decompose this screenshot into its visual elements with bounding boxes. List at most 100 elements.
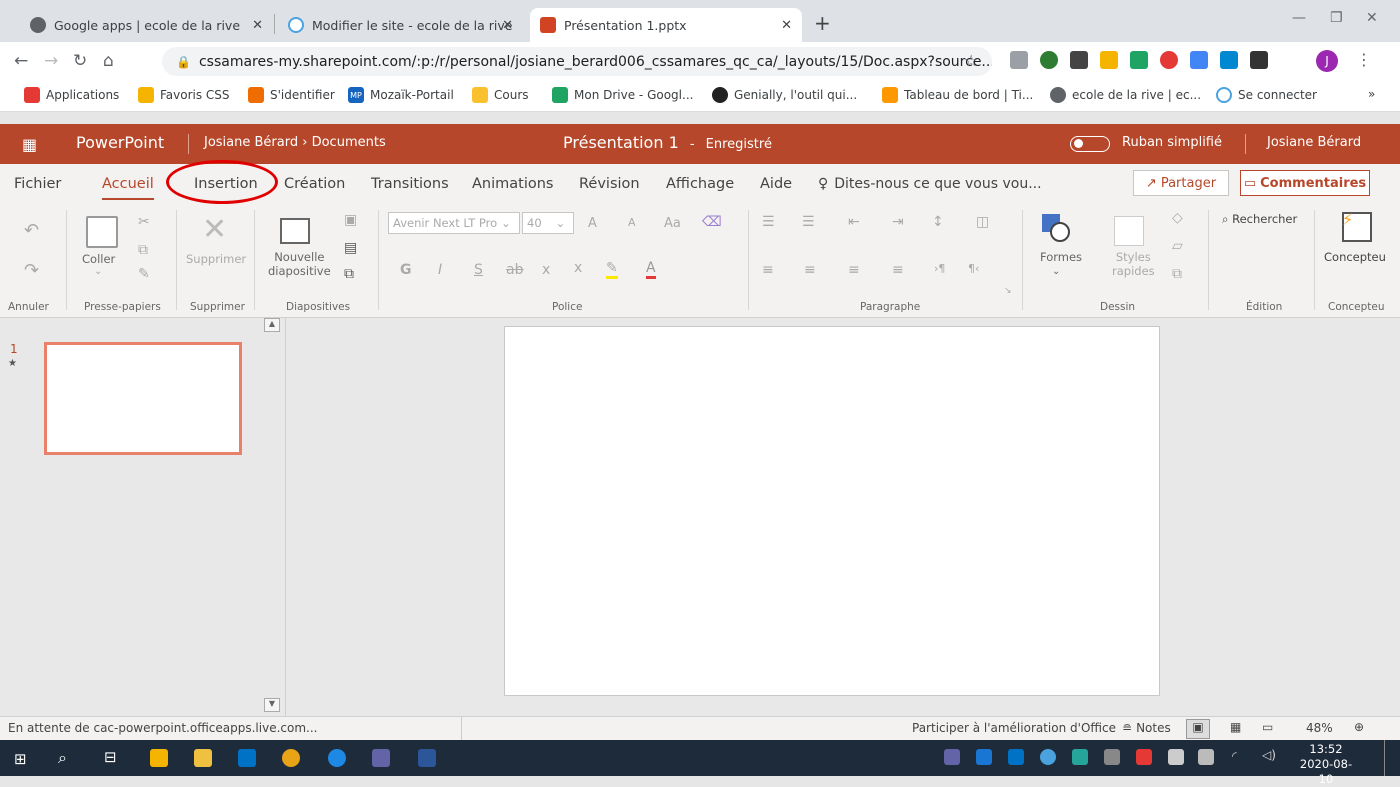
reset-slide-icon[interactable]: ▤ xyxy=(344,240,357,256)
bookmarks-overflow[interactable]: » xyxy=(1368,87,1375,101)
scroll-up-button[interactable]: ▲ xyxy=(264,318,280,332)
clock[interactable]: 13:52 2020-08-10 xyxy=(1296,742,1356,787)
numbering-icon[interactable]: ☰ xyxy=(802,214,815,230)
drive-icon[interactable] xyxy=(1130,51,1148,69)
increase-indent-icon[interactable]: ⇥ xyxy=(892,214,904,230)
volume-icon[interactable]: ◁) xyxy=(1262,748,1276,762)
forward-icon[interactable]: → xyxy=(44,51,58,71)
strikethrough-icon[interactable]: ab xyxy=(506,262,523,278)
url-input[interactable]: 🔒 cssamares-my.sharepoint.com/:p:/r/pers… xyxy=(162,47,992,76)
puzzle-icon[interactable] xyxy=(1250,51,1268,69)
app-launcher-icon[interactable]: ▦ xyxy=(22,135,37,154)
subscript-icon[interactable]: x xyxy=(542,262,550,278)
format-painter-icon[interactable]: ✎ xyxy=(138,266,150,282)
notes-button[interactable]: ≘ Notes xyxy=(1122,721,1171,735)
browser-tab-presentation[interactable]: Présentation 1.pptx ✕ xyxy=(530,8,802,42)
undo-icon[interactable]: ↶ xyxy=(24,220,39,241)
teams-icon[interactable] xyxy=(372,749,390,767)
cast-icon[interactable] xyxy=(1220,51,1238,69)
battery-icon[interactable] xyxy=(1198,749,1214,765)
arrange-icon[interactable]: ⧉ xyxy=(1172,266,1182,282)
scroll-down-button[interactable]: ▼ xyxy=(264,698,280,712)
wifi-icon[interactable]: ◜ xyxy=(1232,749,1237,763)
quick-styles-button[interactable]: Styles rapides xyxy=(1112,250,1155,278)
new-slide-icon[interactable] xyxy=(280,218,310,244)
sticky-notes-icon[interactable] xyxy=(150,749,168,767)
restore-icon[interactable]: ❐ xyxy=(1330,10,1343,26)
bookmark-se-connecter[interactable]: Se connecter xyxy=(1216,87,1317,103)
tab-fichier[interactable]: Fichier xyxy=(14,176,61,192)
cut-icon[interactable]: ✂ xyxy=(138,214,150,230)
tray-app-icon[interactable] xyxy=(1072,749,1088,765)
simplified-ribbon-toggle[interactable] xyxy=(1070,136,1110,152)
back-icon[interactable]: ← xyxy=(14,51,28,71)
share-button[interactable]: ↗ Partager xyxy=(1133,170,1229,196)
usb-icon[interactable] xyxy=(1168,749,1184,765)
minimize-icon[interactable]: — xyxy=(1292,10,1306,26)
outline-icon[interactable]: ▱ xyxy=(1172,238,1183,254)
quick-styles-icon[interactable] xyxy=(1114,216,1144,246)
search-icon[interactable]: ⌕ xyxy=(58,748,67,768)
paste-button[interactable]: Coller xyxy=(82,252,115,266)
slide-canvas[interactable] xyxy=(504,326,1160,696)
copy-icon[interactable]: ⧉ xyxy=(138,242,148,258)
bullets-icon[interactable]: ☰ xyxy=(762,214,775,230)
tab-aide[interactable]: Aide xyxy=(760,176,792,192)
chevron-down-icon[interactable]: ⌄ xyxy=(1052,266,1060,277)
close-icon[interactable]: ✕ xyxy=(502,18,513,33)
chevron-down-icon[interactable]: ⌄ xyxy=(94,266,102,277)
tab-transitions[interactable]: Transitions xyxy=(371,176,449,192)
italic-icon[interactable]: I xyxy=(438,262,442,278)
delete-button[interactable]: Supprimer xyxy=(186,252,246,266)
app-name[interactable]: PowerPoint xyxy=(76,133,164,152)
find-button[interactable]: ⌕ Rechercher xyxy=(1222,212,1297,226)
file-explorer-icon[interactable] xyxy=(194,749,212,767)
zoom-level[interactable]: 48% xyxy=(1306,721,1333,735)
grow-font-icon[interactable]: A xyxy=(588,216,597,231)
shapes-icon[interactable] xyxy=(1042,214,1070,242)
task-view-icon[interactable]: ⊟ xyxy=(104,748,117,766)
reload-icon[interactable]: ↻ xyxy=(73,51,87,71)
browser-tab-modifier-site[interactable]: Modifier le site - ecole de la rive ✕ xyxy=(278,8,523,42)
justify-icon[interactable]: ≡ xyxy=(892,262,904,278)
sorter-view-icon[interactable]: ▦ xyxy=(1230,720,1241,734)
designer-icon[interactable]: ⚡ xyxy=(1342,210,1372,242)
bookmark-drive[interactable]: Mon Drive - Googl... xyxy=(552,87,693,103)
change-case-icon[interactable]: Aa xyxy=(664,216,681,231)
bold-icon[interactable]: G xyxy=(400,262,412,278)
bookmark-applications[interactable]: Applications xyxy=(24,87,119,103)
tab-creation[interactable]: Création xyxy=(284,176,345,192)
bookmark-tableau-de-bord[interactable]: Tableau de bord | Ti... xyxy=(882,87,1033,103)
fill-icon[interactable]: ◇ xyxy=(1172,210,1183,226)
rtl-icon[interactable]: ¶‹ xyxy=(968,262,979,275)
document-title[interactable]: Présentation 1 - Enregistré xyxy=(563,133,772,152)
close-window-icon[interactable]: ✕ xyxy=(1366,10,1378,26)
close-icon[interactable]: ✕ xyxy=(252,18,263,33)
delete-icon[interactable]: ✕ xyxy=(202,212,227,247)
onedrive-icon[interactable] xyxy=(976,749,992,765)
windows-start-icon[interactable]: ⊞ xyxy=(14,750,27,768)
extension-icon[interactable] xyxy=(1040,51,1058,69)
paragraph-launcher-icon[interactable]: ↘ xyxy=(1004,286,1012,296)
show-desktop-button[interactable] xyxy=(1384,740,1385,776)
word-icon[interactable] xyxy=(418,749,436,767)
bookmark-identifier[interactable]: S'identifier xyxy=(248,87,335,103)
decrease-indent-icon[interactable]: ⇤ xyxy=(848,214,860,230)
underline-icon[interactable]: S xyxy=(474,262,483,278)
user-name[interactable]: Josiane Bérard xyxy=(1267,135,1361,150)
grid-extension-icon[interactable] xyxy=(1070,51,1088,69)
help-improve-link[interactable]: Participer à l'amélioration d'Office xyxy=(912,721,1116,735)
fit-slide-icon[interactable]: ⊕ xyxy=(1354,720,1364,734)
bookmark-favoris-css[interactable]: Favoris CSS xyxy=(138,87,230,103)
outlook-icon[interactable] xyxy=(238,749,256,767)
extension-icon[interactable] xyxy=(1010,51,1028,69)
home-icon[interactable]: ⌂ xyxy=(103,51,114,71)
clipboard-icon[interactable] xyxy=(86,216,118,248)
bookmark-star-icon[interactable]: ☆ xyxy=(964,51,978,70)
translate-icon[interactable] xyxy=(1190,51,1208,69)
close-icon[interactable]: ✕ xyxy=(781,18,792,33)
new-tab-button[interactable]: + xyxy=(814,11,831,35)
breadcrumb[interactable]: Josiane Bérard › Documents xyxy=(204,135,386,150)
clear-format-icon[interactable]: ⌫ xyxy=(702,214,722,230)
tray-app-icon[interactable] xyxy=(1104,749,1120,765)
